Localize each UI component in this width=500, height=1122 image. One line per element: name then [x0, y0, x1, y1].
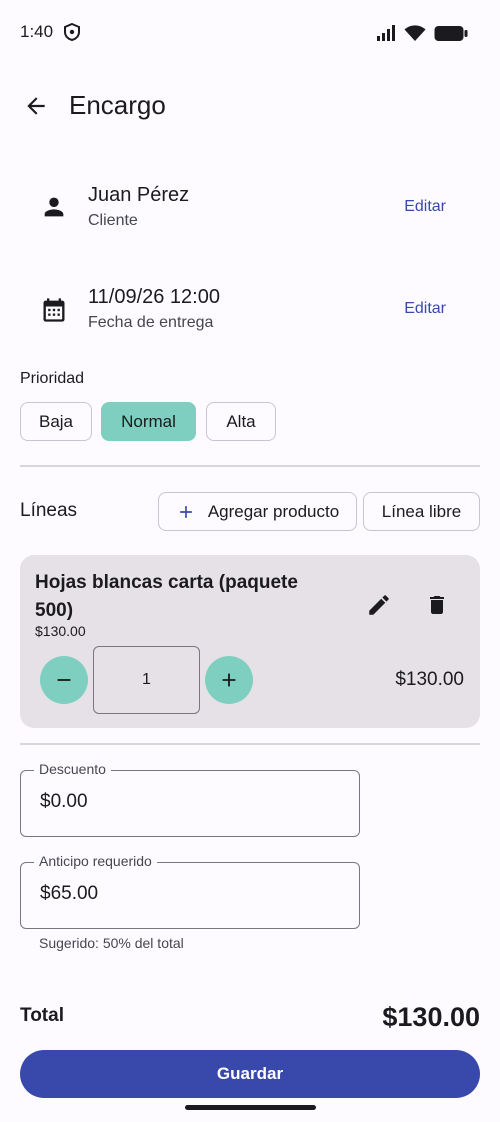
quantity-field[interactable]: 1: [93, 646, 200, 714]
delete-line-button[interactable]: [421, 589, 453, 621]
line-item-unit-price: $130.00: [35, 623, 86, 639]
edit-line-button[interactable]: [363, 589, 395, 621]
deposit-field[interactable]: Anticipo requerido $65.00: [20, 853, 360, 929]
deposit-value: $65.00: [40, 883, 99, 904]
shield-icon: [64, 23, 80, 41]
priority-label: Prioridad: [20, 370, 85, 387]
increase-quantity-button[interactable]: [205, 656, 253, 704]
priority-chip-high[interactable]: Alta: [206, 402, 276, 441]
total-value: $130.00: [382, 1002, 480, 1032]
discount-field[interactable]: Descuento $0.00: [20, 761, 360, 837]
line-item-card: Hojas blancas carta (paquete 500) $130.0…: [20, 555, 480, 728]
home-indicator: [185, 1105, 316, 1110]
add-product-button[interactable]: Agregar producto: [158, 492, 357, 531]
customer-label: Cliente: [88, 212, 138, 229]
delivery-datetime: 11/09/26 12:00: [88, 286, 220, 308]
minus-icon: [57, 679, 71, 681]
line-item-name: Hojas blancas carta (paquete 500): [35, 572, 298, 621]
add-product-label: Agregar producto: [207, 501, 340, 521]
save-button[interactable]: Guardar: [20, 1050, 480, 1098]
calendar-icon: [43, 298, 65, 322]
priority-chip-normal[interactable]: Normal: [101, 402, 196, 441]
deposit-helper-text: Sugerido: 50% del total: [39, 935, 184, 951]
customer-name: Juan Pérez: [88, 184, 190, 206]
edit-customer-button[interactable]: Editar: [404, 198, 446, 216]
status-icons: [376, 24, 468, 42]
edit-delivery-button[interactable]: Editar: [404, 300, 446, 318]
pencil-icon: [369, 595, 389, 615]
divider: [20, 465, 480, 467]
page-title: Encargo: [69, 90, 166, 120]
trash-icon: [430, 596, 444, 614]
decrease-quantity-button[interactable]: [40, 656, 88, 704]
signal-icon: [377, 25, 395, 41]
battery-icon: [434, 25, 468, 41]
person-icon: [44, 197, 64, 217]
plus-icon: [222, 673, 236, 687]
wifi-icon: [404, 24, 426, 41]
line-item-total: $130.00: [395, 669, 464, 690]
divider: [20, 743, 480, 745]
free-line-button[interactable]: Línea libre: [363, 492, 480, 531]
back-button[interactable]: [20, 90, 52, 122]
total-label: Total: [20, 1005, 64, 1026]
arrow-back-icon: [27, 97, 45, 115]
priority-chip-low[interactable]: Baja: [20, 402, 92, 441]
lines-label: Líneas: [20, 500, 78, 521]
delivery-label: Fecha de entrega: [88, 314, 214, 331]
plus-icon: [179, 505, 192, 518]
deposit-label: Anticipo requerido: [34, 853, 157, 869]
discount-label: Descuento: [34, 761, 111, 777]
discount-value: $0.00: [40, 791, 88, 812]
status-time: 1:40: [20, 22, 54, 41]
